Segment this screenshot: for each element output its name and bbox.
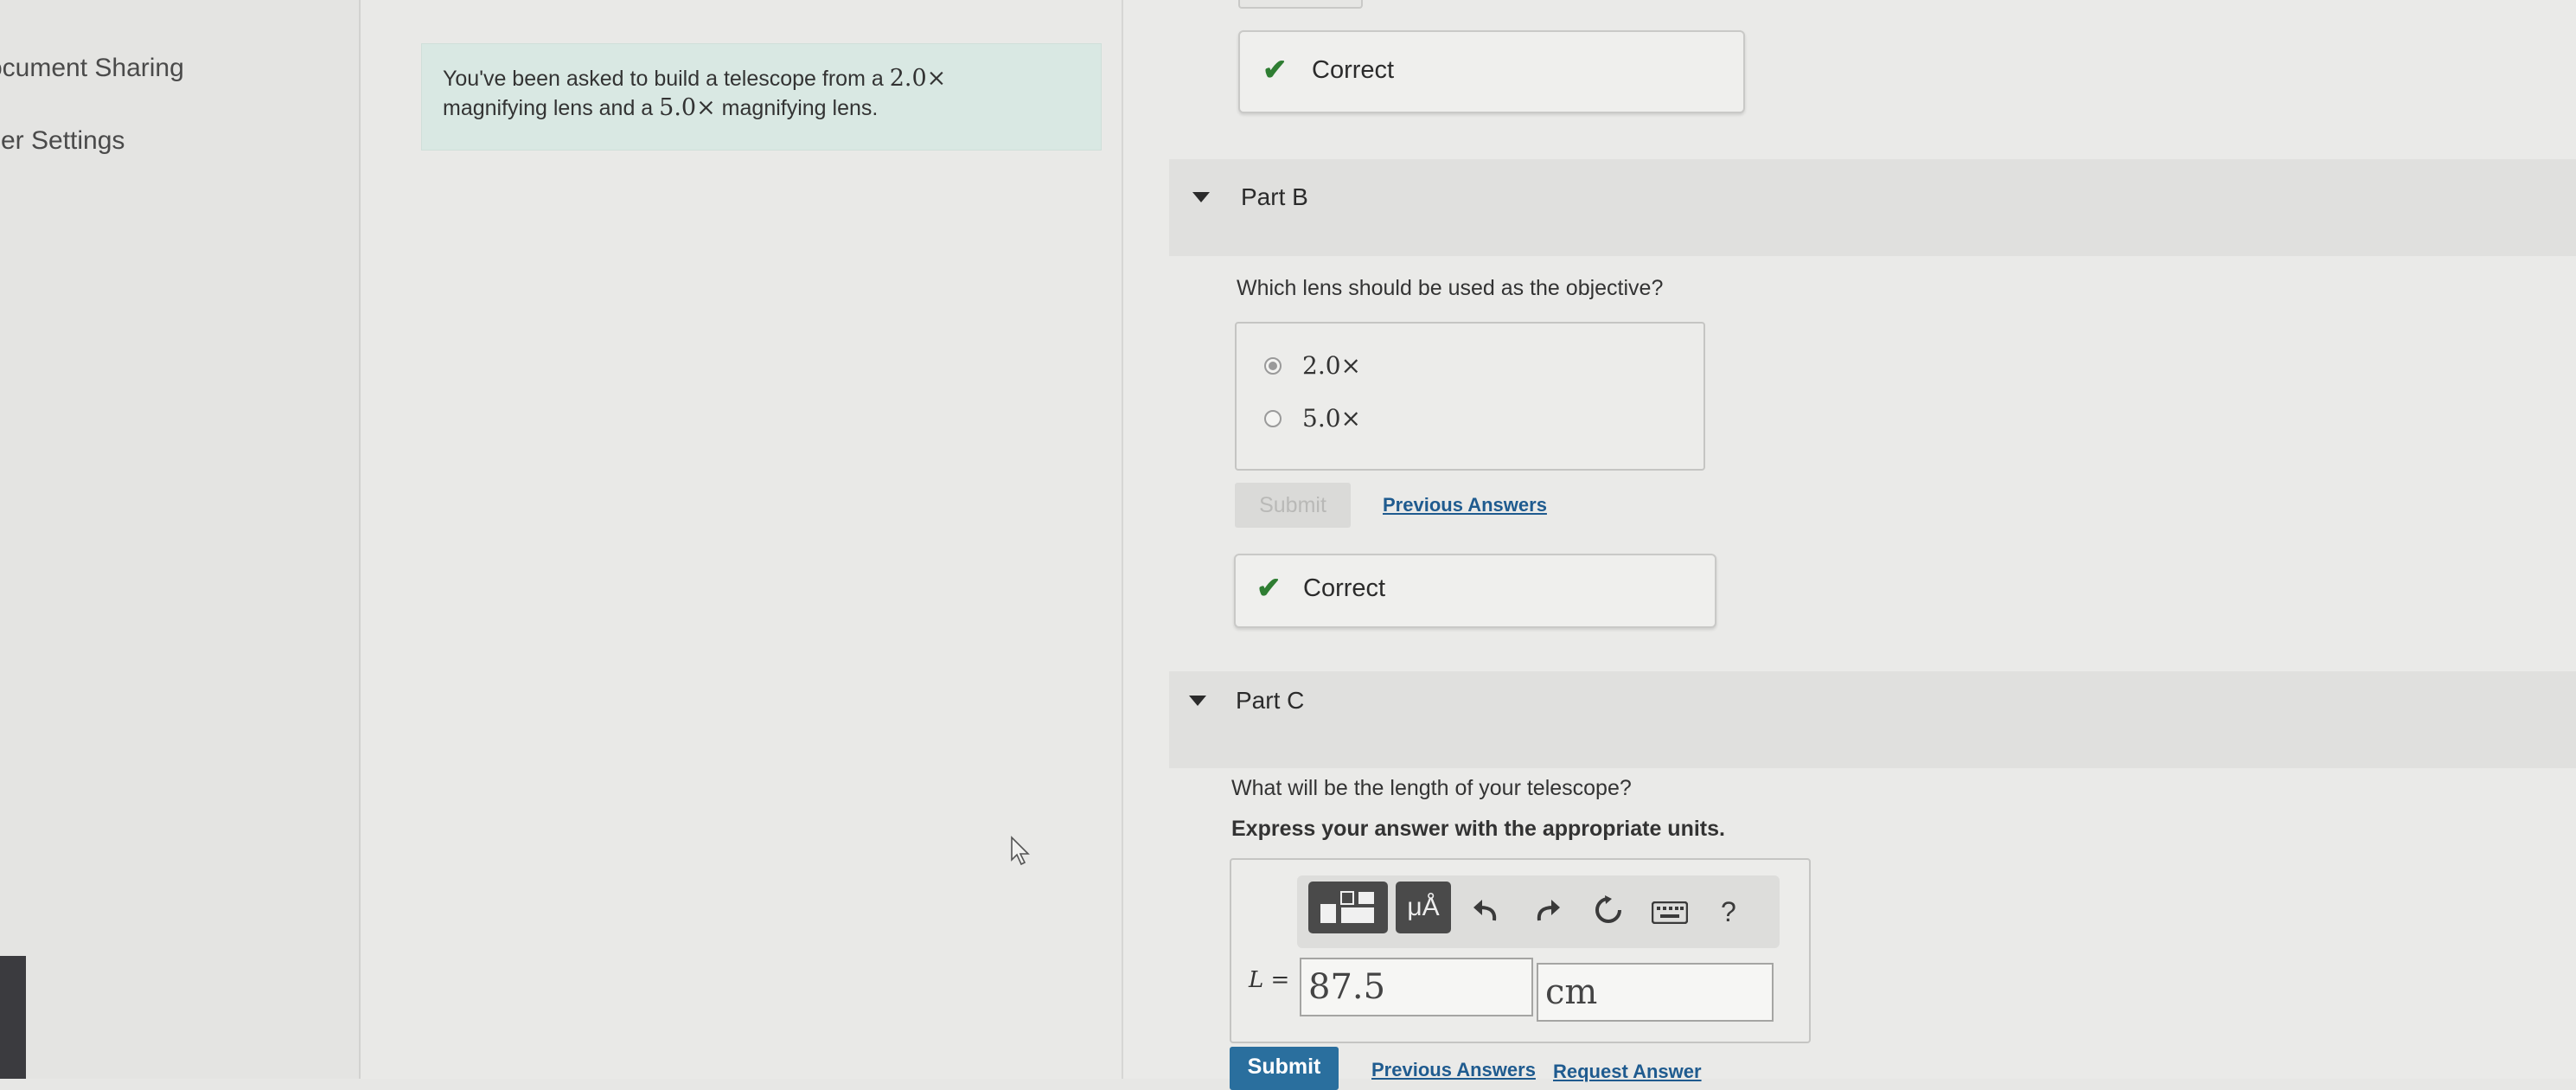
partA-feedback: ✔ Correct xyxy=(1238,30,1745,113)
radio-unselected[interactable] xyxy=(1264,409,1282,427)
mouse-cursor-icon xyxy=(1011,836,1030,866)
undo-icon[interactable] xyxy=(1470,893,1501,924)
sidebar: ocument Sharing ser Settings xyxy=(0,0,361,1079)
templates-icon xyxy=(1320,891,1374,923)
partC-instruction: Express your answer with the appropriate… xyxy=(1231,817,1725,841)
problem-intro-column xyxy=(361,0,1123,1079)
partC-header[interactable] xyxy=(1169,671,2576,768)
intro-text: You've been asked to build a telescope f… xyxy=(443,64,1083,123)
partB-header[interactable] xyxy=(1169,159,2576,256)
check-icon: ✔ xyxy=(1256,572,1282,605)
partA-submit-remnant xyxy=(1238,0,1363,9)
answer-unit-input[interactable]: cm xyxy=(1537,963,1774,1022)
variable-label: L = xyxy=(1249,967,1290,993)
check-icon: ✔ xyxy=(1262,54,1288,87)
partB-feedback: ✔ Correct xyxy=(1234,554,1716,628)
partB-submit-button[interactable]: Submit xyxy=(1235,483,1351,528)
intro-text-before: You've been asked to build a telescope f… xyxy=(443,67,890,91)
window-edge xyxy=(0,956,26,1079)
partC-title: Part C xyxy=(1236,687,1305,714)
radio-selected[interactable] xyxy=(1264,356,1282,375)
intro-text-after: magnifying lens. xyxy=(715,96,879,120)
units-button[interactable]: μÅ xyxy=(1396,882,1451,933)
sidebar-item-document-sharing[interactable]: ocument Sharing xyxy=(0,54,184,83)
option-5x[interactable]: 5.0× xyxy=(1264,404,1361,433)
partC-submit-button[interactable]: Submit xyxy=(1230,1047,1339,1090)
intro-mag-1: 2.0× xyxy=(889,65,947,92)
collapse-caret-icon[interactable] xyxy=(1189,696,1206,706)
collapse-caret-icon[interactable] xyxy=(1192,192,1210,202)
partB-title: Part B xyxy=(1241,183,1308,210)
keyboard-icon[interactable] xyxy=(1652,901,1688,924)
intro-mag-2: 5.0× xyxy=(659,94,716,121)
intro-text-middle: magnifying lens and a xyxy=(443,96,660,120)
partC-question: What will be the length of your telescop… xyxy=(1231,776,1632,800)
answer-value-input[interactable]: 87.5 xyxy=(1300,958,1533,1016)
partB-previous-answers-link[interactable]: Previous Answers xyxy=(1383,494,1547,516)
option-2x[interactable]: 2.0× xyxy=(1264,351,1361,380)
sidebar-item-user-settings[interactable]: ser Settings xyxy=(0,126,125,156)
option-label: 2.0× xyxy=(1302,351,1361,380)
option-label: 5.0× xyxy=(1302,404,1361,433)
request-answer-link[interactable]: Request Answer xyxy=(1553,1061,1702,1083)
redo-icon[interactable] xyxy=(1532,893,1563,924)
partB-options xyxy=(1235,322,1705,471)
partA-feedback-label: Correct xyxy=(1312,56,1395,84)
partB-feedback-label: Correct xyxy=(1303,574,1386,602)
partC-previous-answers-link[interactable]: Previous Answers xyxy=(1371,1059,1536,1081)
help-icon[interactable]: ? xyxy=(1721,896,1736,928)
reset-icon[interactable] xyxy=(1593,894,1624,926)
templates-button[interactable] xyxy=(1308,882,1388,933)
partB-question: Which lens should be used as the objecti… xyxy=(1237,276,1664,300)
